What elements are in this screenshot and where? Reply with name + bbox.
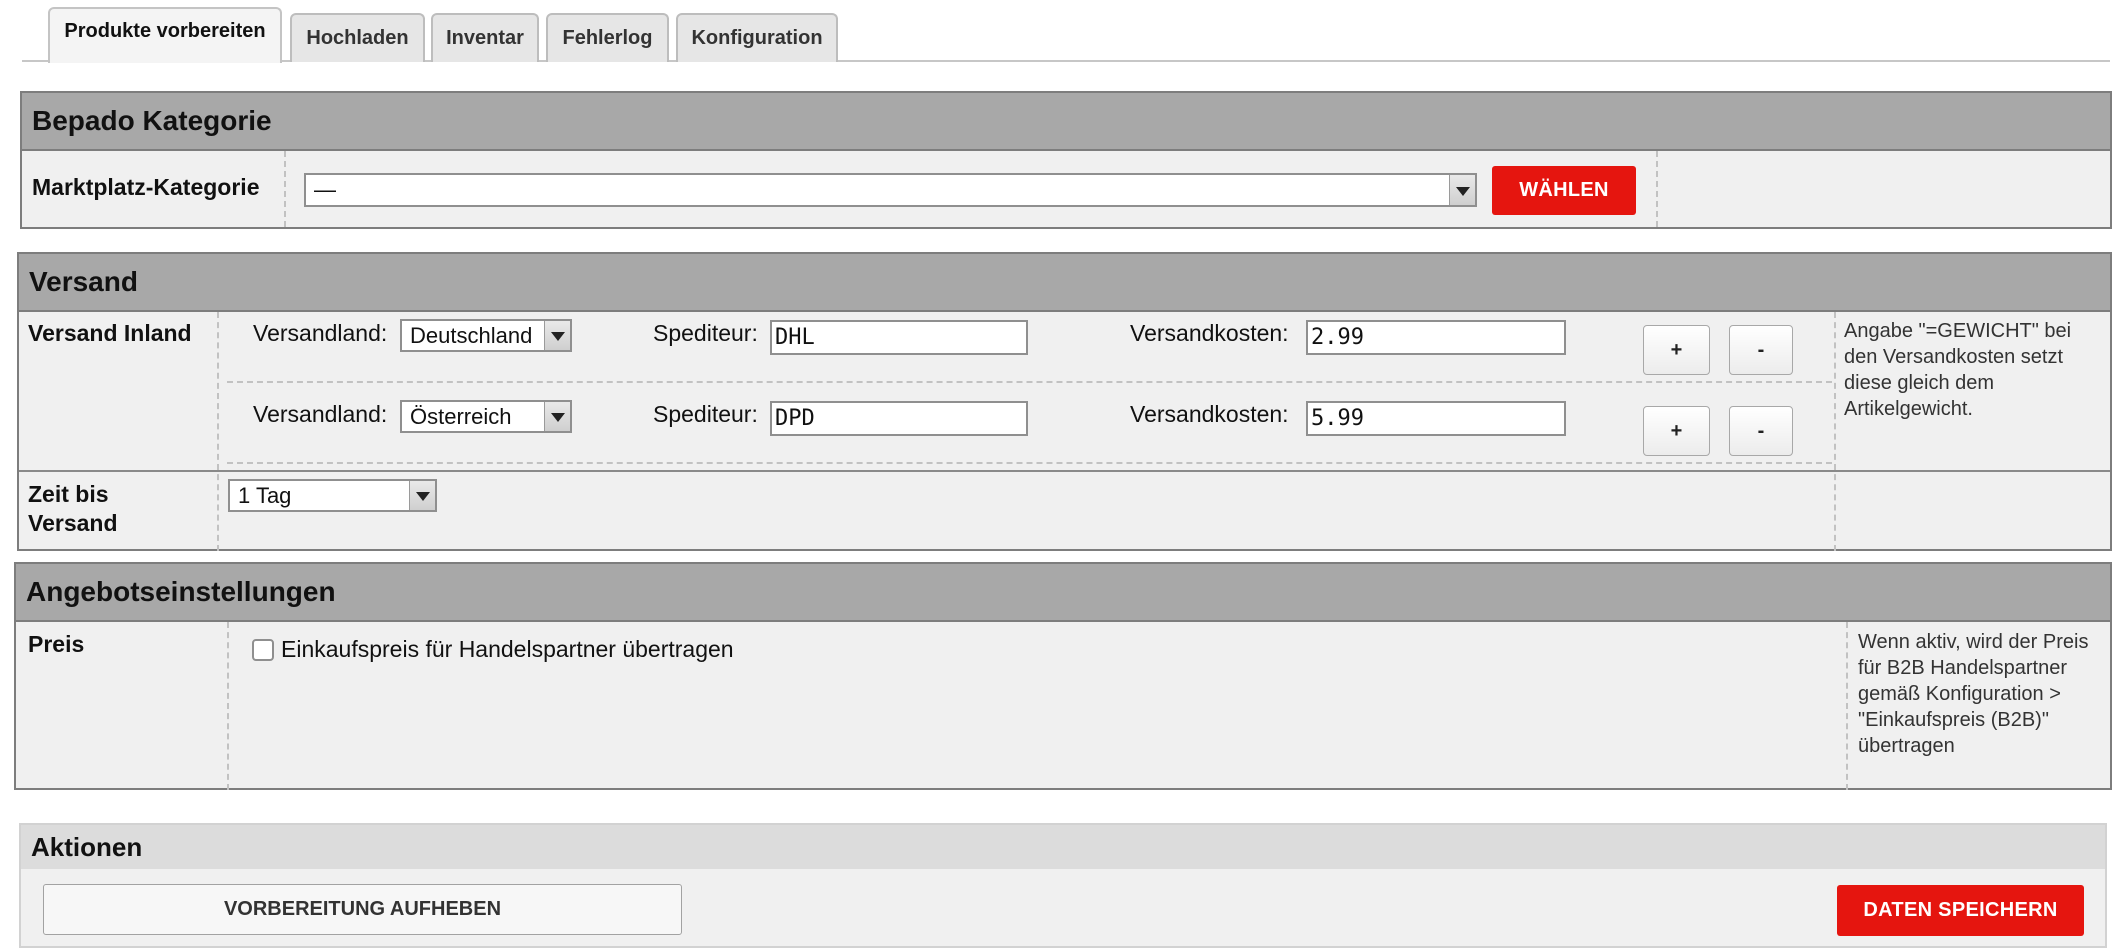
divider bbox=[284, 151, 286, 227]
divider bbox=[227, 622, 229, 790]
carrier-input[interactable]: DPD bbox=[770, 401, 1028, 436]
cost-input[interactable]: 5.99 bbox=[1306, 401, 1566, 436]
carrier-label: Spediteur: bbox=[653, 401, 758, 427]
remove-row-button[interactable]: - bbox=[1729, 325, 1793, 375]
country-select[interactable]: Österreich bbox=[400, 400, 572, 433]
chevron-down-icon bbox=[1449, 175, 1475, 205]
select-value: — bbox=[314, 177, 336, 202]
country-label: Versandland: bbox=[253, 320, 388, 346]
domestic-shipping-label: Versand Inland bbox=[28, 320, 192, 346]
price-label: Preis bbox=[28, 631, 85, 657]
shipping-cost-note: Angabe "=GEWICHT" bei den Versandkosten … bbox=[1844, 320, 2072, 420]
select-value: 1 Tag bbox=[238, 482, 292, 508]
tab-inventar[interactable]: Inventar bbox=[431, 13, 539, 62]
tab-label: Fehlerlog bbox=[562, 27, 653, 49]
divider bbox=[227, 381, 1832, 383]
divider bbox=[217, 312, 219, 551]
panel-title: Versand bbox=[19, 254, 2110, 312]
reset-preparation-button[interactable]: VORBEREITUNG AUFHEBEN bbox=[43, 884, 682, 935]
divider bbox=[1846, 622, 1848, 790]
select-value: Deutschland bbox=[410, 322, 533, 348]
panel-title: Aktionen bbox=[21, 825, 2105, 869]
panel-title: Bepado Kategorie bbox=[22, 93, 2110, 151]
price-note: Wenn aktiv, wird der Preis für B2B Hande… bbox=[1858, 631, 2089, 757]
country-select[interactable]: Deutschland bbox=[400, 319, 572, 352]
dispatch-time-select[interactable]: 1 Tag bbox=[228, 479, 437, 512]
carrier-input[interactable]: DHL bbox=[770, 320, 1028, 355]
add-row-button[interactable]: + bbox=[1643, 406, 1710, 456]
cost-label: Versandkosten: bbox=[1130, 320, 1289, 346]
select-value: Österreich bbox=[410, 403, 512, 429]
save-data-button[interactable]: DATEN SPEICHERN bbox=[1837, 885, 2084, 936]
divider bbox=[227, 462, 1832, 464]
checkbox-label: Einkaufspreis für Handelspartner übertra… bbox=[281, 636, 734, 662]
carrier-label: Spediteur: bbox=[653, 320, 758, 346]
remove-row-button[interactable]: - bbox=[1729, 406, 1793, 456]
divider bbox=[1834, 312, 1836, 551]
tab-konfiguration[interactable]: Konfiguration bbox=[676, 13, 838, 62]
choose-category-button[interactable]: WÄHLEN bbox=[1492, 166, 1636, 215]
cost-label: Versandkosten: bbox=[1130, 401, 1289, 427]
tab-hochladen[interactable]: Hochladen bbox=[290, 13, 425, 62]
actions-panel: Aktionen VORBEREITUNG AUFHEBEN DATEN SPE… bbox=[19, 823, 2107, 948]
offer-panel: Angebotseinstellungen Preis Einkaufsprei… bbox=[14, 562, 2112, 790]
tab-fehlerlog[interactable]: Fehlerlog bbox=[546, 13, 669, 62]
country-label: Versandland: bbox=[253, 401, 388, 427]
divider bbox=[1656, 151, 1658, 227]
tab-label: Hochladen bbox=[306, 27, 409, 49]
row-label: Marktplatz-Kategorie bbox=[32, 174, 260, 200]
panel-title: Angebotseinstellungen bbox=[16, 564, 2110, 622]
purchase-price-checkbox[interactable] bbox=[252, 639, 274, 661]
category-panel: Bepado Kategorie Marktplatz-Kategorie — … bbox=[20, 91, 2112, 229]
add-row-button[interactable]: + bbox=[1643, 325, 1710, 375]
chevron-down-icon bbox=[544, 402, 570, 431]
chevron-down-icon bbox=[544, 321, 570, 350]
tab-label: Konfiguration bbox=[691, 27, 823, 49]
dispatch-time-label: Zeit bis Versand bbox=[28, 481, 118, 536]
chevron-down-icon bbox=[409, 481, 435, 510]
shipping-panel: Versand Versand Inland Versandland: Deut… bbox=[17, 252, 2112, 551]
cost-input[interactable]: 2.99 bbox=[1306, 320, 1566, 355]
row-divider bbox=[19, 470, 2110, 472]
tab-produkte-vorbereiten[interactable]: Produkte vorbereiten bbox=[48, 7, 282, 63]
tab-label: Produkte vorbereiten bbox=[64, 20, 266, 42]
category-select[interactable]: — bbox=[304, 173, 1477, 207]
tab-label: Inventar bbox=[446, 27, 524, 49]
